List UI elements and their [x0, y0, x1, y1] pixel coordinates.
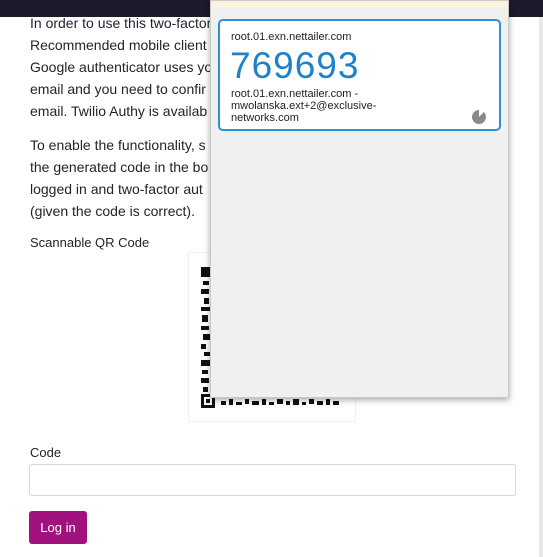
pie-timer-icon [472, 110, 486, 124]
login-button[interactable]: Log in [29, 511, 87, 544]
account-issuer: root.01.exn.nettailer.com [231, 31, 352, 43]
account-name: root.01.exn.nettailer.com - mwolanska.ex… [231, 88, 451, 124]
page: In order to use this two-factor Recommen… [0, 0, 543, 557]
scrollbar[interactable] [539, 17, 543, 557]
authenticator-popup: root.01.exn.nettailer.com 769693 root.01… [210, 0, 509, 398]
popup-header-strip [211, 1, 508, 8]
code-label: Code [30, 445, 62, 460]
account-name-line: networks.com [231, 112, 299, 124]
account-entry[interactable]: root.01.exn.nettailer.com 769693 root.01… [218, 19, 501, 131]
account-name-line: mwolanska.ext+2@exclusive- [231, 100, 377, 112]
qr-code-label: Scannable QR Code [30, 235, 150, 250]
code-input[interactable] [29, 464, 516, 496]
account-name-line: root.01.exn.nettailer.com - [231, 88, 359, 100]
otp-code[interactable]: 769693 [230, 46, 359, 86]
